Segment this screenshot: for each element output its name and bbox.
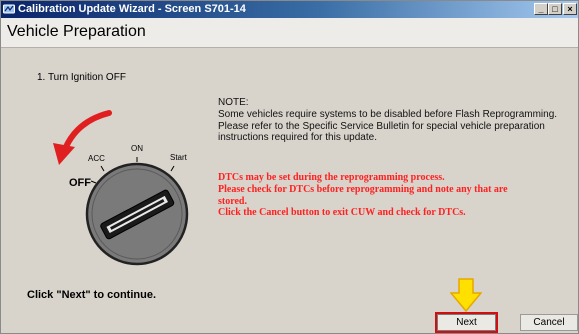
window-title: Calibration Update Wizard - Screen S701-… <box>18 3 246 15</box>
note-line: Please refer to the Specific Service Bul… <box>218 120 545 132</box>
app-icon <box>3 4 15 14</box>
note-block: NOTE: Some vehicles require systems to b… <box>218 97 578 144</box>
turn-direction-arrow <box>62 110 112 152</box>
title-bar: Calibration Update Wizard - Screen S701-… <box>1 1 578 18</box>
note-line: Some vehicles require systems to be disa… <box>218 108 558 120</box>
dtc-warning: DTCs may be set during the reprogramming… <box>218 172 578 219</box>
warning-line: Please check for DTCs before reprogrammi… <box>218 183 508 195</box>
page-title: Vehicle Preparation <box>7 23 146 40</box>
wizard-window: Calibration Update Wizard - Screen S701-… <box>0 0 579 334</box>
step-label: 1. Turn Ignition OFF <box>37 72 126 83</box>
turn-arrowhead-icon <box>53 143 75 165</box>
maximize-icon: □ <box>552 4 558 14</box>
continue-instruction: Click "Next" to continue. <box>27 289 157 301</box>
maximize-button[interactable]: □ <box>548 3 562 15</box>
page-header: Vehicle Preparation <box>1 18 578 48</box>
pointer-arrow-icon <box>450 278 482 312</box>
warning-line: stored. <box>218 195 247 207</box>
position-label-off: OFF <box>69 177 91 189</box>
position-label-acc: ACC <box>88 154 105 163</box>
next-button[interactable]: Next <box>437 314 496 331</box>
minimize-icon: _ <box>538 4 544 14</box>
ignition-switch-diagram: ACC ON Start OFF <box>53 110 189 266</box>
warning-line: DTCs may be set during the reprogramming… <box>218 172 445 183</box>
position-label-on: ON <box>131 144 143 153</box>
note-heading: NOTE: <box>218 97 249 108</box>
close-button[interactable]: × <box>563 3 577 15</box>
minimize-button[interactable]: _ <box>534 3 548 15</box>
note-line: instructions required for this update. <box>218 132 377 144</box>
position-label-start: Start <box>170 153 188 162</box>
cancel-button[interactable]: Cancel <box>520 314 578 331</box>
close-icon: × <box>567 4 573 14</box>
warning-line: Click the Cancel button to exit CUW and … <box>218 207 466 219</box>
